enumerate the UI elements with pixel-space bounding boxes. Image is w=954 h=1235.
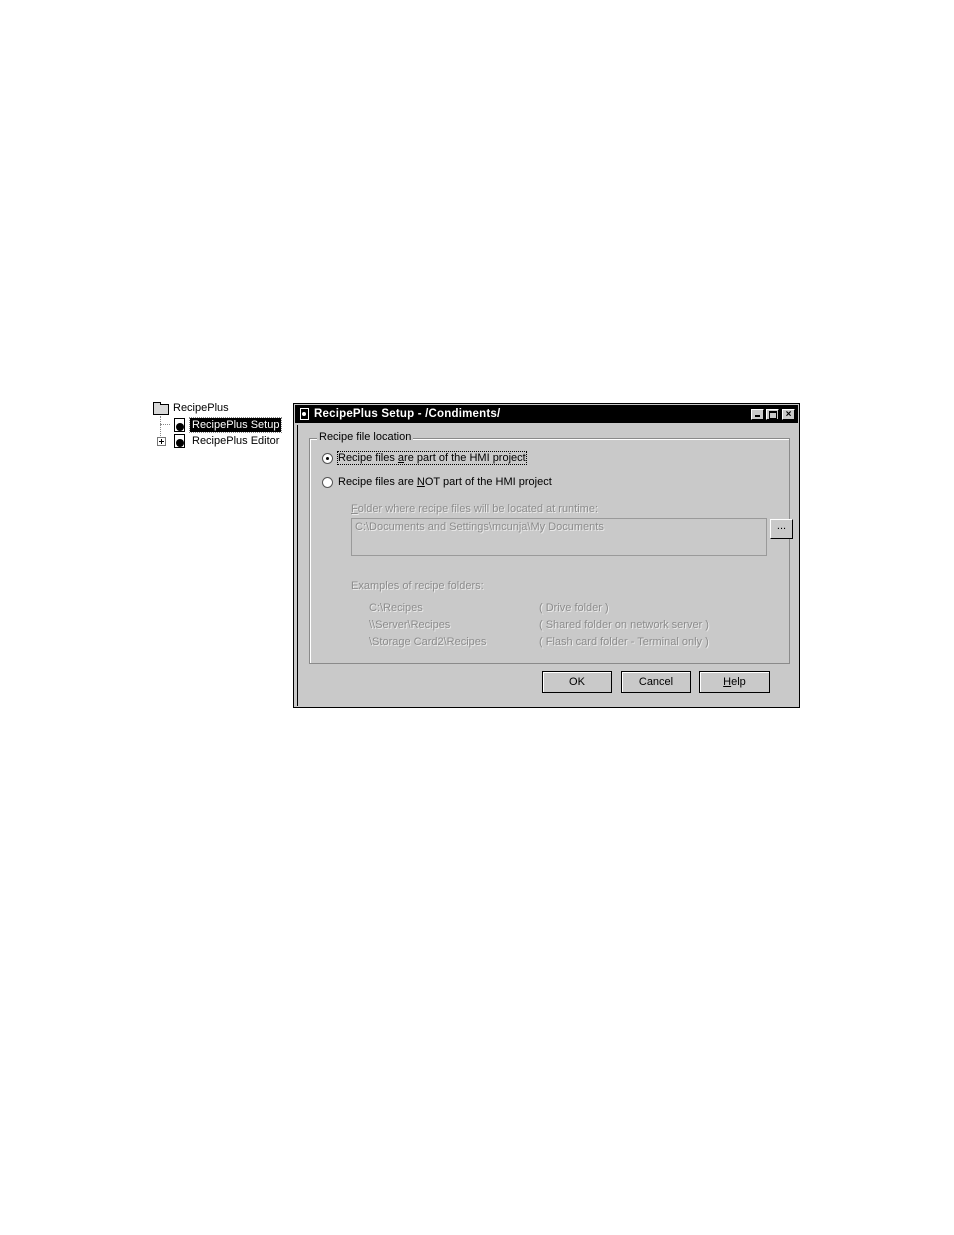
maximize-button[interactable]: [766, 408, 779, 420]
tree-item-recipeplus-setup[interactable]: RecipePlus Setup: [171, 417, 283, 433]
recipeplus-setup-dialog: RecipePlus Setup - /Condiments/ × Recipe…: [293, 403, 800, 708]
expand-plus-icon[interactable]: [157, 436, 166, 446]
radio-not-part-of-project[interactable]: Recipe files are NOT part of the HMI pro…: [322, 476, 552, 488]
example-description: ( Flash card folder - Terminal only ): [539, 636, 709, 648]
radio-part-of-project[interactable]: Recipe files are part of the HMI project: [322, 451, 527, 465]
tree-item-label: RecipePlus: [173, 402, 229, 414]
example-description: ( Shared folder on network server ): [539, 619, 709, 631]
radio-button-checked[interactable]: [322, 452, 333, 464]
examples-title: Examples of recipe folders:: [351, 580, 484, 592]
recipe-editor-icon: [171, 434, 187, 448]
radio-label: Recipe files are part of the HMI project: [337, 451, 527, 465]
tree-item-recipeplus-editor[interactable]: RecipePlus Editor: [157, 433, 281, 449]
example-path: \Storage Card2\Recipes: [369, 636, 487, 648]
recipe-file-location-group: Recipe file location Recipe files are pa…: [309, 431, 793, 664]
runtime-folder-label: Folder where recipe files will be locate…: [351, 503, 599, 515]
recipe-setup-icon: [171, 418, 187, 432]
tree-item-recipeplus[interactable]: RecipePlus: [152, 400, 231, 416]
recipe-app-icon: [298, 407, 310, 421]
dialog-title: RecipePlus Setup - /Condiments/: [314, 408, 501, 420]
folder-icon: [152, 401, 169, 415]
project-tree: RecipePlus RecipePlus Setup RecipePlus E…: [150, 400, 285, 455]
tree-item-label: RecipePlus Setup: [188, 417, 283, 433]
tree-connector: [160, 424, 170, 425]
help-button[interactable]: Help: [699, 671, 770, 693]
group-label: Recipe file location: [317, 431, 414, 443]
cancel-button[interactable]: Cancel: [621, 671, 691, 693]
radio-label: Recipe files are NOT part of the HMI pro…: [338, 476, 552, 488]
example-path: C:\Recipes: [369, 602, 423, 614]
runtime-folder-field[interactable]: C:\Documents and Settings\mcunja\My Docu…: [351, 518, 767, 556]
tree-item-label: RecipePlus Editor: [192, 435, 280, 447]
minimize-button[interactable]: [751, 408, 764, 420]
close-button[interactable]: ×: [782, 408, 795, 420]
ok-button[interactable]: OK: [542, 671, 612, 693]
radio-button-unchecked[interactable]: [322, 476, 333, 488]
dialog-client-area: Recipe file location Recipe files are pa…: [297, 425, 798, 706]
title-bar[interactable]: RecipePlus Setup - /Condiments/ ×: [295, 405, 798, 423]
example-path: \\Server\Recipes: [369, 619, 451, 631]
browse-button[interactable]: ...: [770, 519, 793, 539]
example-description: ( Drive folder ): [539, 602, 609, 614]
